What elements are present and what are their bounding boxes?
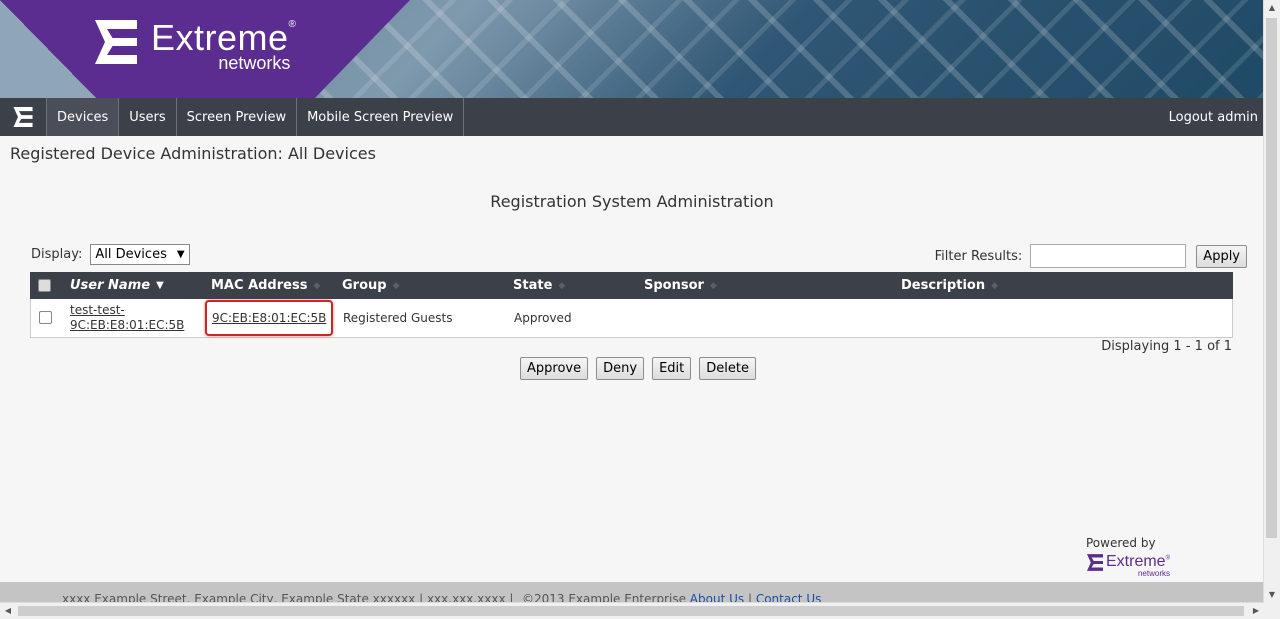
- main-nav: Devices Users Screen Preview Mobile Scre…: [0, 98, 1264, 136]
- state-cell: Approved: [514, 311, 572, 325]
- sort-icon: ◆: [313, 280, 321, 291]
- table-header: User Name ▼ MAC Address ◆ Group ◆ State ◆ Sp…: [30, 272, 1233, 299]
- devices-table: User Name ▼ MAC Address ◆ Group ◆ State ◆ Sp…: [30, 272, 1233, 338]
- powered-by-label: Powered by: [1086, 536, 1156, 550]
- brand-name: Extreme: [151, 17, 289, 58]
- page-footer: xxxx Example Street, Example City, Examp…: [0, 582, 1264, 603]
- sort-icon: ◆: [392, 280, 400, 291]
- display-filter: Display: All Devices ▼: [31, 244, 190, 265]
- powered-brand-sub: networks: [1137, 569, 1170, 578]
- tab-screen-preview[interactable]: Screen Preview: [177, 98, 298, 136]
- column-state[interactable]: State ◆: [513, 272, 565, 299]
- scroll-down-icon[interactable]: ▼: [1264, 587, 1280, 603]
- row-checkbox[interactable]: [39, 311, 52, 324]
- horizontal-scroll-thumb[interactable]: [18, 606, 1244, 616]
- column-description[interactable]: Description ◆: [901, 272, 998, 299]
- sort-icon: ◆: [558, 280, 566, 291]
- display-selected-value: All Devices: [95, 247, 167, 262]
- action-buttons: Approve Deny Edit Delete: [520, 357, 756, 380]
- home-button[interactable]: [0, 98, 47, 136]
- powered-by-logo: Extreme® networks: [1087, 554, 1170, 578]
- column-mac-address[interactable]: MAC Address ◆: [211, 272, 320, 299]
- column-group[interactable]: Group ◆: [342, 272, 400, 299]
- apply-button[interactable]: Apply: [1196, 244, 1247, 268]
- dropdown-arrow-icon: ▼: [176, 249, 185, 260]
- filter-input[interactable]: [1030, 244, 1187, 268]
- displaying-count: Displaying 1 - 1 of 1: [1101, 339, 1232, 354]
- brand-logo: Extreme® networks: [95, 20, 296, 72]
- select-all-checkbox[interactable]: [38, 279, 51, 292]
- sort-icon: ◆: [709, 280, 717, 291]
- page-title: Registered Device Administration: All De…: [10, 144, 376, 163]
- section-title: Registration System Administration: [490, 192, 774, 211]
- group-cell: Registered Guests: [343, 311, 453, 325]
- display-select[interactable]: All Devices ▼: [90, 244, 190, 265]
- tab-mobile-screen-preview[interactable]: Mobile Screen Preview: [297, 98, 465, 136]
- sort-icon: ◆: [991, 280, 999, 291]
- scroll-left-icon[interactable]: ◀: [0, 603, 16, 619]
- table-row: test-test- 9C:EB:E8:01:EC:5B 9C:EB:E8:01…: [30, 299, 1233, 338]
- banner-corner-shape: [0, 0, 96, 98]
- extreme-logo-icon: [13, 107, 33, 127]
- deny-button[interactable]: Deny: [596, 357, 645, 380]
- scroll-right-icon[interactable]: ▶: [1248, 603, 1264, 619]
- header-banner: Extreme® networks: [0, 0, 1264, 98]
- column-user-name[interactable]: User Name ▼: [70, 272, 164, 299]
- delete-button[interactable]: Delete: [699, 357, 756, 380]
- tab-devices[interactable]: Devices: [47, 98, 120, 136]
- vertical-scroll-thumb[interactable]: [1266, 18, 1277, 538]
- sort-desc-icon: ▼: [156, 280, 164, 291]
- scroll-up-icon[interactable]: ▲: [1264, 0, 1280, 16]
- user-name-link[interactable]: test-test- 9C:EB:E8:01:EC:5B: [70, 303, 184, 333]
- scrollbar-corner: [1264, 603, 1280, 619]
- tab-users[interactable]: Users: [119, 98, 177, 136]
- vertical-scrollbar[interactable]: ▲ ▼: [1263, 0, 1280, 603]
- horizontal-scrollbar[interactable]: ◀ ▶: [0, 602, 1264, 619]
- filter-results: Filter Results: Apply: [935, 244, 1247, 268]
- extreme-logo-icon: [95, 20, 137, 64]
- extreme-logo-icon: [1087, 554, 1103, 571]
- edit-button[interactable]: Edit: [652, 357, 692, 380]
- powered-brand-name: Extreme: [1106, 553, 1166, 570]
- filter-label: Filter Results:: [934, 248, 1023, 264]
- mac-address-link[interactable]: 9C:EB:E8:01:EC:5B: [212, 311, 326, 325]
- logout-link[interactable]: Logout admin: [1169, 98, 1264, 136]
- display-label: Display:: [31, 247, 83, 262]
- approve-button[interactable]: Approve: [520, 357, 589, 380]
- registered-mark: ®: [288, 19, 297, 30]
- column-sponsor[interactable]: Sponsor ◆: [644, 272, 717, 299]
- powered-registered-mark: ®: [1165, 555, 1170, 562]
